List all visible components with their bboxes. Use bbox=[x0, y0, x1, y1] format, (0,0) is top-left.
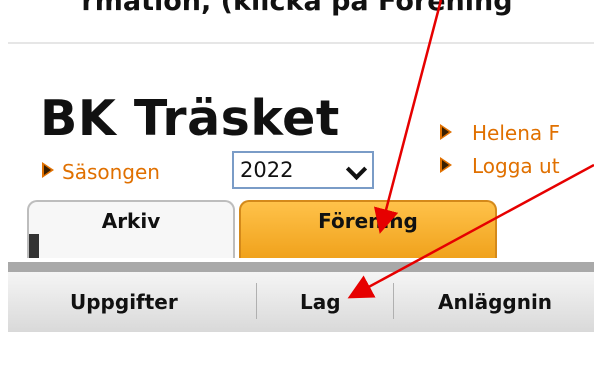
chevron-down-icon bbox=[345, 158, 368, 181]
season-select-value: 2022 bbox=[240, 158, 294, 182]
tab-forening-label: Förening bbox=[318, 209, 418, 233]
header-divider bbox=[8, 42, 594, 44]
logout-bullet-icon bbox=[440, 157, 452, 173]
menu-separator bbox=[393, 283, 394, 319]
menu-separator bbox=[256, 283, 257, 319]
menu-item-lag[interactable]: Lag bbox=[300, 290, 341, 314]
tab-arkiv-label: Arkiv bbox=[101, 209, 161, 233]
menu-item-anlaggningar[interactable]: Anläggnin bbox=[438, 290, 552, 314]
menu-item-uppgifter[interactable]: Uppgifter bbox=[70, 290, 178, 314]
season-select[interactable]: 2022 bbox=[232, 151, 374, 189]
tab-arkiv[interactable]: Arkiv bbox=[27, 200, 235, 258]
season-bullet-icon bbox=[42, 162, 54, 178]
user-bullet-icon bbox=[440, 124, 452, 140]
tab-forening[interactable]: Förening bbox=[239, 200, 497, 258]
nav-divider bbox=[8, 262, 594, 272]
club-name: BK Träsket bbox=[40, 90, 340, 147]
logout-link[interactable]: Logga ut bbox=[472, 154, 560, 178]
season-label: Säsongen bbox=[62, 160, 160, 184]
annotation-arrow-forening bbox=[373, 0, 443, 234]
user-name-link[interactable]: Helena F bbox=[472, 121, 560, 145]
instruction-caption: rmation, (klicka på Förening bbox=[81, 0, 513, 17]
